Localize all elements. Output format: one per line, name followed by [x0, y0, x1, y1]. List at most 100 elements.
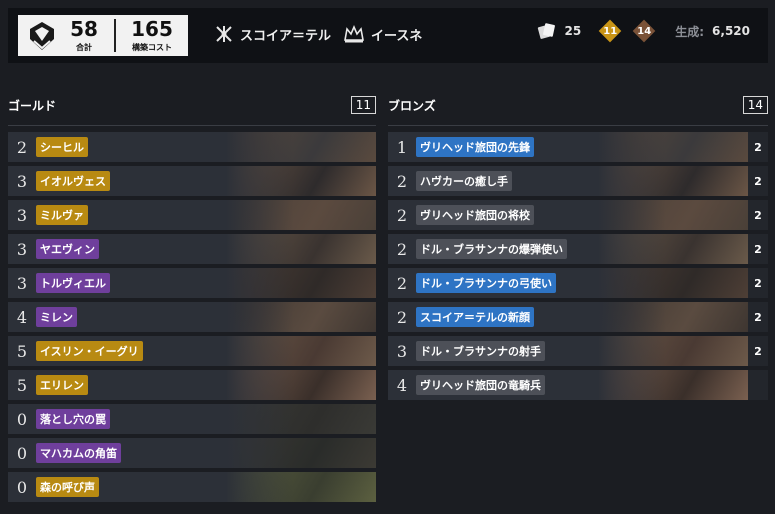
card-provision-cost: 3	[16, 205, 28, 225]
card-name-tag: トルヴィエル	[36, 273, 110, 293]
leader-name: イースネ	[371, 28, 423, 44]
card-copies-count	[748, 370, 768, 400]
card-copies-count: 2	[748, 336, 768, 366]
bronze-divider	[388, 125, 768, 126]
card-provision-cost: 2	[16, 137, 28, 157]
card-row[interactable]: 2 ハヴカーの癒し手 2	[388, 166, 768, 196]
bronze-section-header: ブロンズ 14	[388, 93, 768, 117]
bronze-section-count: 14	[742, 96, 768, 114]
card-art-thumbnail	[598, 302, 748, 332]
card-name-tag: ドル・ブラサンナの射手	[416, 341, 545, 361]
card-art-thumbnail	[226, 166, 376, 196]
card-row[interactable]: 0 森の呼び声	[8, 472, 376, 502]
card-provision-cost: 5	[16, 341, 28, 361]
card-row[interactable]: 3 ミルヴァ	[8, 200, 376, 230]
card-name-tag: ヴリヘッド旅団の将校	[416, 205, 534, 225]
cost-label: 構築コスト	[132, 43, 172, 52]
card-name-tag: ミレン	[36, 307, 77, 327]
card-row[interactable]: 2 ヴリヘッド旅団の将校 2	[388, 200, 768, 230]
card-name-tag: マハカムの角笛	[36, 443, 121, 463]
deck-stats-panel: 58 合計 165 構築コスト	[18, 15, 188, 56]
gold-count-badge: 11	[599, 20, 621, 42]
faction-name: スコイア＝テル	[240, 28, 332, 44]
gold-section-header: ゴールド 11	[8, 93, 376, 117]
bronze-count-badge: 14	[633, 20, 655, 42]
card-name-tag: 落とし穴の罠	[36, 409, 110, 429]
card-provision-cost: 2	[396, 171, 408, 191]
card-row[interactable]: 5 エリレン	[8, 370, 376, 400]
card-name-tag: ハヴカーの癒し手	[416, 171, 512, 191]
card-provision-cost: 3	[16, 239, 28, 259]
card-name-tag: ヴリヘッド旅団の先鋒	[416, 137, 534, 157]
card-art-thumbnail	[226, 302, 376, 332]
card-art-thumbnail	[226, 438, 376, 468]
card-art-thumbnail	[226, 268, 376, 298]
card-provision-cost: 4	[16, 307, 28, 327]
card-art-thumbnail	[226, 336, 376, 366]
card-row[interactable]: 2 ドル・ブラサンナの弓使い 2	[388, 268, 768, 298]
card-provision-cost: 1	[396, 137, 408, 157]
leader-crown-icon	[344, 24, 364, 43]
card-row[interactable]: 2 シーヒル	[8, 132, 376, 162]
card-row[interactable]: 0 落とし穴の罠	[8, 404, 376, 434]
card-art-thumbnail	[226, 370, 376, 400]
card-copies-count: 2	[748, 234, 768, 264]
craft-label: 生成:	[675, 24, 705, 39]
gold-divider	[8, 125, 376, 126]
card-row[interactable]: 4 ミレン	[8, 302, 376, 332]
card-art-thumbnail	[598, 166, 748, 196]
card-provision-cost: 5	[16, 375, 28, 395]
card-art-thumbnail	[598, 132, 748, 162]
card-copies-count: 2	[748, 302, 768, 332]
card-art-thumbnail	[226, 404, 376, 434]
card-art-thumbnail	[226, 234, 376, 264]
card-art-thumbnail	[226, 472, 376, 502]
craft-value: 6,520	[712, 24, 750, 38]
card-row[interactable]: 3 イオルヴェス	[8, 166, 376, 196]
card-art-thumbnail	[226, 132, 376, 162]
card-provision-cost: 0	[16, 409, 28, 429]
card-row[interactable]: 2 ドル・ブラサンナの爆弾使い 2	[388, 234, 768, 264]
card-name-tag: ミルヴァ	[36, 205, 88, 225]
card-provision-cost: 3	[396, 341, 408, 361]
card-provision-cost: 2	[396, 205, 408, 225]
card-row[interactable]: 3 トルヴィエル	[8, 268, 376, 298]
bronze-count: 14	[637, 25, 652, 37]
card-row[interactable]: 4 ヴリヘッド旅団の竜騎兵	[388, 370, 768, 400]
card-row[interactable]: 1 ヴリヘッド旅団の先鋒 2	[388, 132, 768, 162]
card-row[interactable]: 0 マハカムの角笛	[8, 438, 376, 468]
card-provision-cost: 0	[16, 443, 28, 463]
faction-emblem-icon	[30, 22, 54, 50]
card-name-tag: ヴリヘッド旅団の竜騎兵	[416, 375, 545, 395]
card-art-thumbnail	[598, 268, 748, 298]
card-name-tag: イスリン・イーグリ	[36, 341, 143, 361]
deck-header: 58 合計 165 構築コスト スコイア＝テル イースネ 25 11 14 生成…	[8, 8, 768, 63]
card-name-tag: スコイア＝テルの新顔	[416, 307, 534, 327]
card-art-thumbnail	[598, 200, 748, 230]
card-art-thumbnail	[226, 200, 376, 230]
card-provision-cost: 3	[16, 273, 28, 293]
card-provision-cost: 4	[396, 375, 408, 395]
cost-value: 165	[131, 17, 173, 41]
card-name-tag: 森の呼び声	[36, 477, 99, 497]
faction-info[interactable]: スコイア＝テル	[214, 24, 331, 44]
deck-counts: 25 11 14 生成: 6,520	[537, 20, 750, 42]
total-value: 58	[70, 17, 98, 41]
card-art-thumbnail	[598, 234, 748, 264]
card-name-tag: シーヒル	[36, 137, 88, 157]
card-row[interactable]: 3 ヤエヴィン	[8, 234, 376, 264]
scoiatael-icon	[216, 26, 232, 42]
card-name-tag: エリレン	[36, 375, 88, 395]
card-provision-cost: 3	[16, 171, 28, 191]
card-provision-cost: 2	[396, 239, 408, 259]
card-row[interactable]: 5 イスリン・イーグリ	[8, 336, 376, 366]
card-name-tag: イオルヴェス	[36, 171, 110, 191]
total-label: 合計	[76, 43, 92, 52]
leader-info[interactable]: イースネ	[343, 24, 422, 44]
card-row[interactable]: 3 ドル・ブラサンナの射手 2	[388, 336, 768, 366]
card-name-tag: ヤエヴィン	[36, 239, 99, 259]
gold-section-count: 11	[350, 96, 376, 114]
card-row[interactable]: 2 スコイア＝テルの新顔 2	[388, 302, 768, 332]
bronze-section-title: ブロンズ	[388, 98, 436, 113]
card-art-thumbnail	[598, 370, 748, 400]
